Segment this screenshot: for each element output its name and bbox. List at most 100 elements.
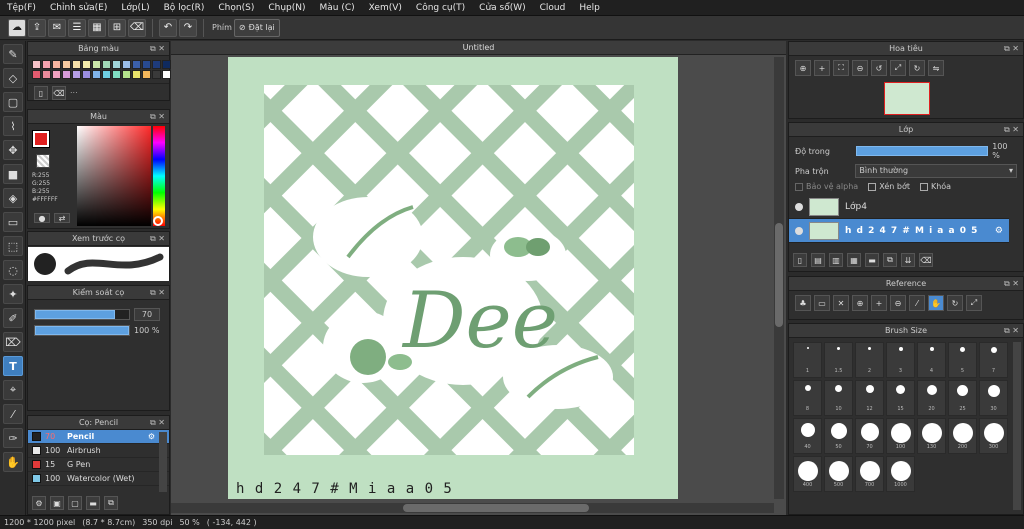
delete-layer-icon[interactable]: ⌫ <box>919 253 933 267</box>
brush-size-cell[interactable]: 7 <box>979 342 1008 378</box>
trash-icon[interactable]: ⌫ <box>128 18 146 37</box>
tree-icon[interactable]: ♣ <box>795 295 811 311</box>
panel-controls-icon[interactable]: ⧉ ✕ <box>150 110 165 124</box>
panel-controls-icon[interactable]: ⧉ ✕ <box>1004 277 1019 291</box>
palette-swatch[interactable] <box>62 60 71 69</box>
menu-item[interactable]: Công cụ(T) <box>409 3 472 13</box>
brush-settings-icon[interactable]: ⚙ <box>32 496 46 510</box>
layer-folder-icon[interactable]: ▬ <box>865 253 879 267</box>
zoom-in-icon[interactable]: ⊕ <box>852 295 868 311</box>
rectangle-tool-icon[interactable]: ▢ <box>3 92 23 112</box>
palette-swatch[interactable] <box>42 70 51 79</box>
eye-icon[interactable] <box>795 202 803 211</box>
menu-item[interactable]: Help <box>572 3 607 13</box>
brush-size-cell[interactable]: 400 <box>793 456 822 492</box>
fill-rect-tool-icon[interactable]: ■ <box>3 164 23 184</box>
eye-icon[interactable] <box>795 226 803 235</box>
duplicate-brush-icon[interactable]: ▢ <box>68 496 82 510</box>
brush-size-cell[interactable]: 30 <box>979 380 1008 416</box>
palette-swatch[interactable] <box>162 70 171 79</box>
brush-size-cell[interactable]: 500 <box>824 456 853 492</box>
clipping-option[interactable]: Xén bớt <box>868 182 910 191</box>
brush-size-cell[interactable]: 200 <box>948 418 977 454</box>
rotate-left-icon[interactable]: ↺ <box>871 60 887 76</box>
pen-tool-icon[interactable]: ✑ <box>3 428 23 448</box>
redo-icon[interactable]: ↷ <box>179 18 197 37</box>
palette-swatch[interactable] <box>122 70 131 79</box>
navigator-thumbnail[interactable] <box>884 82 930 115</box>
open-folder-icon[interactable]: ▭ <box>814 295 830 311</box>
palette-swatch[interactable] <box>122 60 131 69</box>
brush-size-cell[interactable]: 70 <box>855 418 884 454</box>
palette-swatch[interactable] <box>42 60 51 69</box>
menu-item[interactable]: Cửa sổ(W) <box>472 3 532 13</box>
brush-tool-icon[interactable]: ✎ <box>3 44 23 64</box>
lock-checkbox[interactable] <box>919 182 928 191</box>
menu-item[interactable]: Chọn(S) <box>211 3 261 13</box>
protect-alpha-checkbox[interactable] <box>795 182 803 191</box>
brush-size-cell[interactable]: 100 <box>886 418 915 454</box>
panel-controls-icon[interactable]: ⧉ ✕ <box>1004 42 1019 56</box>
lasso-tool-icon[interactable]: ◌ <box>3 260 23 280</box>
brush-size-cell[interactable]: 130 <box>917 418 946 454</box>
protect-alpha-option[interactable]: Bảo vệ alpha <box>795 182 858 191</box>
palette-swatch[interactable] <box>152 70 161 79</box>
brush-size-cell[interactable]: 25 <box>948 380 977 416</box>
palette-swatch[interactable] <box>32 70 41 79</box>
menu-item[interactable]: Bộ lọc(R) <box>157 3 212 13</box>
artwork-canvas[interactable]: Dee h d 2 4 7 # M i a a 0 5 <box>228 57 678 499</box>
zoom-plus-icon[interactable]: + <box>871 295 887 311</box>
main-color-swatch[interactable] <box>32 130 50 148</box>
merge-layer-icon[interactable]: ⇊ <box>901 253 915 267</box>
comment-icon[interactable]: ☰ <box>68 18 86 37</box>
brush-size-cell[interactable]: 12 <box>855 380 884 416</box>
brush-size-scrollbar[interactable] <box>1013 342 1021 510</box>
filter-icon[interactable]: ⊞ <box>108 18 126 37</box>
clipping-checkbox[interactable] <box>868 182 877 191</box>
palette-swatch[interactable] <box>102 60 111 69</box>
move-tool-icon[interactable]: ✥ <box>3 140 23 160</box>
palette-swatch[interactable] <box>112 70 121 79</box>
add-layer-menu-icon[interactable]: ▦ <box>847 253 861 267</box>
brush-size-cell[interactable]: 8 <box>793 380 822 416</box>
palette-swatch[interactable] <box>132 60 141 69</box>
text-tool-icon[interactable]: T <box>3 356 23 376</box>
eyedropper-icon[interactable]: ⁄ <box>909 295 925 311</box>
palette-swatch[interactable] <box>92 70 101 79</box>
delete-palette-icon[interactable]: ⌫ <box>52 86 66 100</box>
grid-icon[interactable]: ▦ <box>88 18 106 37</box>
hand-icon[interactable]: ✋ <box>928 295 944 311</box>
palette-swatch[interactable] <box>82 70 91 79</box>
panel-controls-icon[interactable]: ⧉ ✕ <box>150 232 165 246</box>
fit-icon[interactable]: ⛶ <box>833 60 849 76</box>
brush-size-cell[interactable]: 3 <box>886 342 915 378</box>
menu-item[interactable]: Xem(V) <box>362 3 409 13</box>
brush-size-slider[interactable] <box>34 309 130 320</box>
palette-swatch[interactable] <box>82 60 91 69</box>
brush-size-cell[interactable]: 2 <box>855 342 884 378</box>
menu-item[interactable]: Cloud <box>533 3 573 13</box>
panel-controls-icon[interactable]: ⧉ ✕ <box>1004 324 1019 338</box>
brush-size-cell[interactable]: 300 <box>979 418 1008 454</box>
gradient-tool-icon[interactable]: ▭ <box>3 212 23 232</box>
brush-size-cell[interactable]: 40 <box>793 418 822 454</box>
layer-blend-select[interactable]: Bình thường ▾ <box>855 164 1017 178</box>
palette-swatch[interactable] <box>52 70 61 79</box>
brush-item[interactable]: 70 Pencil ⚙ <box>28 430 169 444</box>
menu-item[interactable]: Màu (C) <box>313 3 362 13</box>
new-1bit-layer-icon[interactable]: ▥ <box>829 253 843 267</box>
magic-wand-tool-icon[interactable]: ✦ <box>3 284 23 304</box>
zoom-in-icon[interactable]: ⊕ <box>795 60 811 76</box>
menu-item[interactable]: Tệp(F) <box>0 3 43 13</box>
new-layer-icon[interactable]: ▯ <box>793 253 807 267</box>
brush-size-cell[interactable]: 1000 <box>886 456 915 492</box>
eraser-tool-icon[interactable]: ◇ <box>3 68 23 88</box>
panel-controls-icon[interactable]: ⧉ ✕ <box>150 416 165 430</box>
palette-swatch[interactable] <box>132 70 141 79</box>
layer-row[interactable]: h d 2 4 7 # M i a a 0 5 ⚙ <box>789 219 1009 243</box>
duplicate-layer-icon[interactable]: ⧉ <box>883 253 897 267</box>
document-tab[interactable]: Untitled <box>171 41 786 55</box>
palette-swatch[interactable] <box>32 60 41 69</box>
palette-swatch[interactable] <box>62 70 71 79</box>
brush-size-value[interactable]: 70 <box>134 308 160 321</box>
